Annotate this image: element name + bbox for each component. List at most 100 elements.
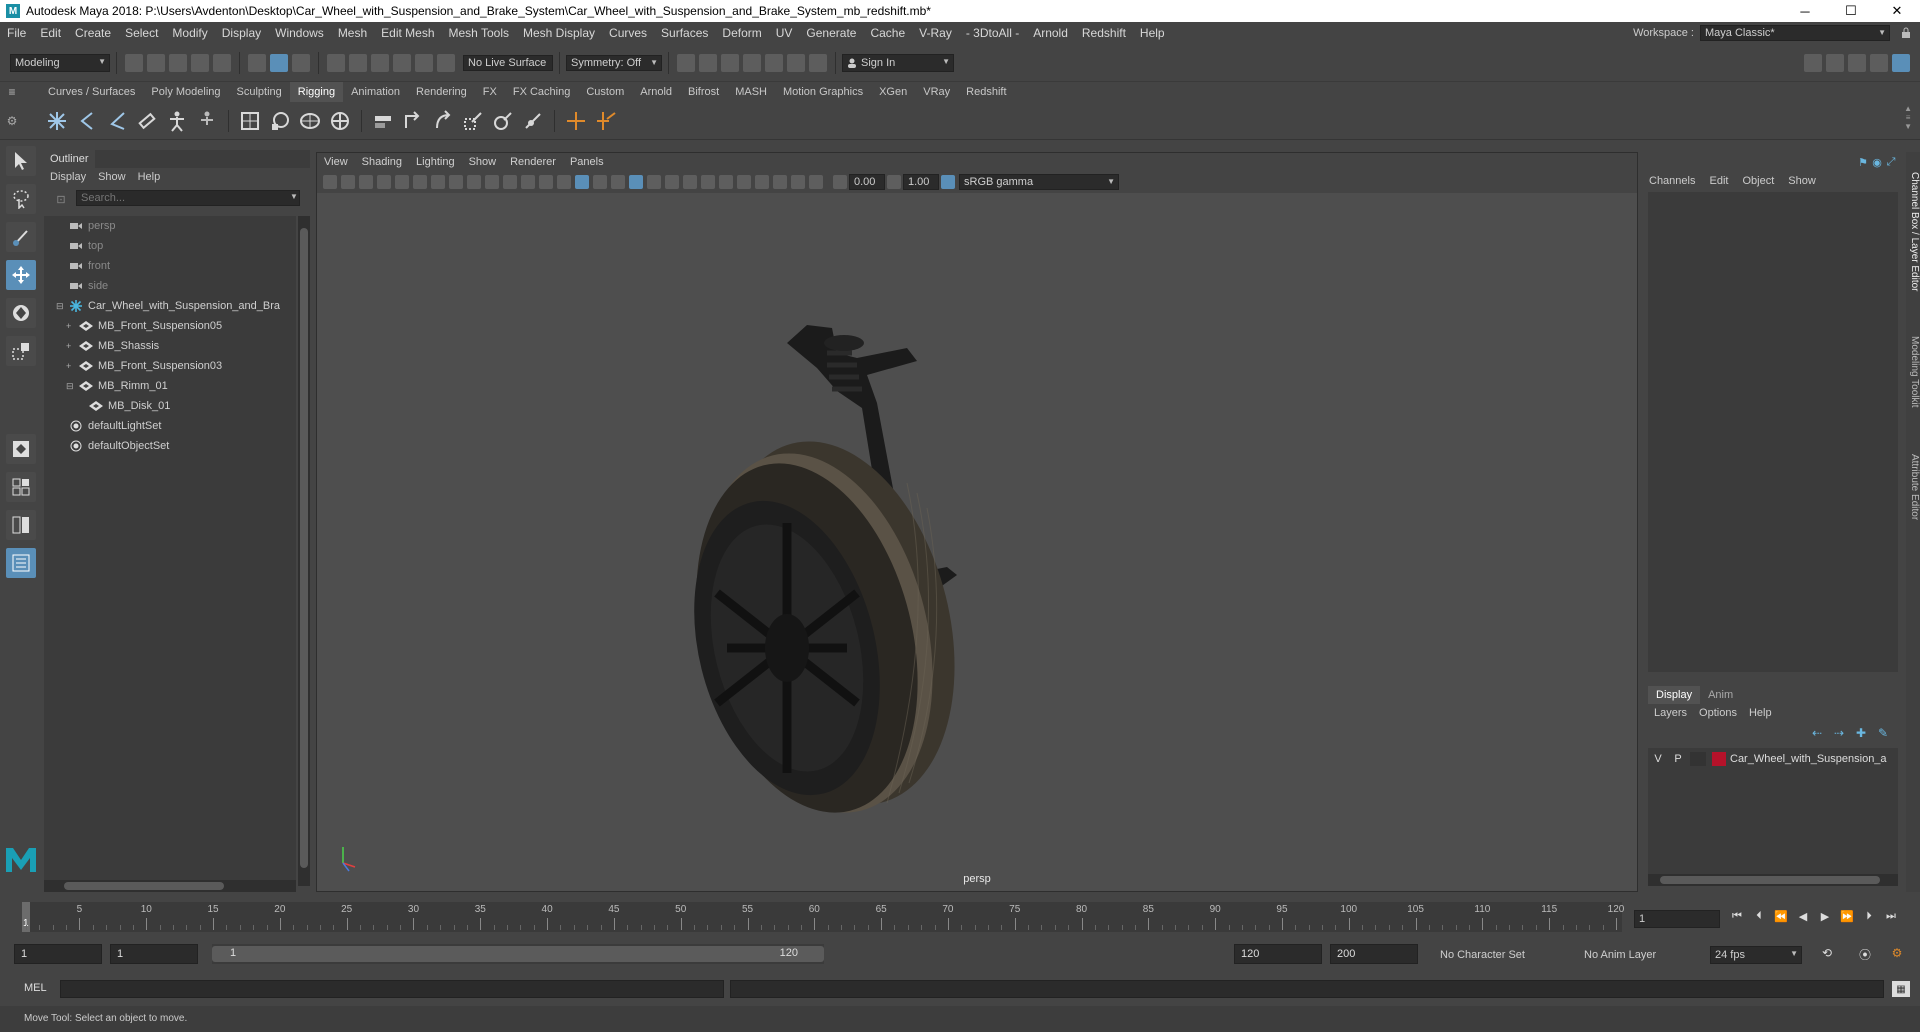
render-settings-icon[interactable] — [743, 53, 761, 72]
ik-handle-icon[interactable] — [74, 108, 100, 134]
render-frame-icon[interactable] — [699, 53, 717, 72]
layer-horizontal-scrollbar[interactable] — [1648, 874, 1898, 886]
menu-cache[interactable]: Cache — [863, 22, 912, 44]
snap-grid-icon[interactable] — [327, 53, 345, 72]
shelf-scroll-up-icon[interactable]: ▲ — [1904, 104, 1912, 113]
outliner-expand-icon[interactable]: ⊟ — [56, 301, 66, 312]
ambient-occlusion-icon[interactable] — [683, 175, 697, 189]
menu-generate[interactable]: Generate — [799, 22, 863, 44]
layer-playback-toggle[interactable]: P — [1668, 753, 1688, 765]
outliner-menu-help[interactable]: Help — [132, 168, 167, 186]
time-ruler[interactable]: 1 5 10 15 20 25 30 35 40 45 50 55 60 65 70 75 80 85 90 95 1… — [22, 902, 1624, 932]
outliner-item-mb-shassis[interactable]: + MB_Shassis — [44, 336, 296, 356]
aim-constraint-icon[interactable] — [400, 108, 426, 134]
shelf-tab-motion-graphics[interactable]: Motion Graphics — [775, 82, 871, 102]
menu-curves[interactable]: Curves — [602, 22, 654, 44]
menu-surfaces[interactable]: Surfaces — [654, 22, 715, 44]
move-layer-down-icon[interactable]: ⇢ — [1828, 726, 1850, 740]
shelf-tab-poly-modeling[interactable]: Poly Modeling — [143, 82, 228, 102]
tool-settings-toggle-icon[interactable] — [1870, 54, 1888, 72]
playback-end-field[interactable] — [1234, 944, 1322, 964]
move-tool-icon[interactable] — [6, 260, 36, 290]
go-to-end-icon[interactable]: ⏭ — [1882, 907, 1900, 925]
outliner-menu-show[interactable]: Show — [92, 168, 132, 186]
animation-end-field[interactable] — [1330, 944, 1418, 964]
outliner-expand-icon[interactable]: + — [66, 341, 76, 351]
shelf-tab-sculpting[interactable]: Sculpting — [229, 82, 290, 102]
snap-view-plane-icon[interactable] — [393, 53, 411, 72]
shadows-icon[interactable] — [665, 175, 679, 189]
outliner-item-side[interactable]: side — [44, 276, 296, 296]
use-all-lights-icon[interactable] — [647, 175, 661, 189]
viewport-menu-show[interactable]: Show — [462, 153, 504, 171]
textured-icon[interactable] — [629, 175, 643, 189]
animation-preferences-icon[interactable]: ⚙ — [1888, 946, 1906, 960]
script-editor-icon[interactable]: ▦ — [1892, 981, 1910, 997]
layer-name[interactable]: Car_Wheel_with_Suspension_a — [1730, 753, 1887, 765]
move-layer-up-icon[interactable]: ⇠ — [1806, 726, 1828, 740]
menu-windows[interactable]: Windows — [268, 22, 331, 44]
channel-box-float-icon[interactable]: ⤢ — [1884, 156, 1898, 169]
side-tab-channel-box[interactable]: Channel Box / Layer Editor — [1906, 162, 1920, 302]
redo-icon[interactable] — [213, 53, 231, 72]
ipr-render-icon[interactable] — [721, 53, 739, 72]
layer-menu-options[interactable]: Options — [1693, 704, 1743, 722]
viewport-menu-renderer[interactable]: Renderer — [503, 153, 563, 171]
current-frame-field[interactable] — [1634, 910, 1720, 928]
gamma-icon[interactable] — [887, 175, 901, 189]
anti-aliasing-icon[interactable] — [719, 175, 733, 189]
exposure-field[interactable] — [849, 174, 885, 190]
outliner-item-front[interactable]: front — [44, 256, 296, 276]
new-layer-selected-icon[interactable]: ✎ — [1872, 726, 1894, 740]
loop-icon[interactable]: ⟲ — [1818, 946, 1836, 960]
close-button[interactable]: ✕ — [1874, 0, 1920, 22]
layer-color-swatch[interactable] — [1712, 752, 1726, 766]
step-back-key-icon[interactable]: ⏪ — [1772, 907, 1790, 925]
camera-attributes-icon[interactable] — [341, 175, 355, 189]
layer-display-type-toggle[interactable] — [1690, 752, 1706, 766]
menu-help[interactable]: Help — [1133, 22, 1172, 44]
xray-joints-icon[interactable] — [791, 175, 805, 189]
character-controls-toggle-icon[interactable] — [1826, 54, 1844, 72]
pause-icon[interactable] — [809, 53, 827, 72]
film-gate-icon[interactable] — [449, 175, 463, 189]
shelf-tab-xgen[interactable]: XGen — [871, 82, 915, 102]
snap-point-icon[interactable] — [371, 53, 389, 72]
menu-3dtoall[interactable]: - 3DtoAll - — [959, 22, 1026, 44]
shelf-tab-fx[interactable]: FX — [475, 82, 505, 102]
default-material-icon[interactable] — [593, 175, 607, 189]
wire-deformer-icon[interactable] — [327, 108, 353, 134]
menu-arnold[interactable]: Arnold — [1026, 22, 1075, 44]
outliner-expand-icon[interactable]: ⊟ — [66, 381, 76, 392]
isolate-select-icon[interactable] — [755, 175, 769, 189]
viewport-menu-panels[interactable]: Panels — [563, 153, 611, 171]
shelf-tab-arnold[interactable]: Arnold — [632, 82, 680, 102]
shelf-menu-icon[interactable]: ≡ — [0, 85, 24, 99]
lock-icon[interactable] — [1898, 27, 1914, 39]
menu-display[interactable]: Display — [215, 22, 268, 44]
command-language-label[interactable]: MEL — [24, 982, 47, 994]
outliner-item-top[interactable]: top — [44, 236, 296, 256]
channel-box-area[interactable] — [1648, 192, 1898, 672]
shelf-menu-down-icon[interactable]: ≡ — [1906, 113, 1911, 122]
lasso-tool-icon[interactable] — [6, 184, 36, 214]
outliner-item-mb-rimm-01[interactable]: ⊟ MB_Rimm_01 — [44, 376, 296, 396]
wrap-deformer-icon[interactable] — [297, 108, 323, 134]
side-tab-modeling-toolkit[interactable]: Modeling Toolkit — [1906, 322, 1920, 422]
shelf-tab-vray[interactable]: VRay — [915, 82, 958, 102]
menu-edit[interactable]: Edit — [33, 22, 68, 44]
select-object-icon[interactable] — [270, 53, 288, 72]
menu-mesh-display[interactable]: Mesh Display — [516, 22, 602, 44]
safe-title-icon[interactable] — [539, 175, 553, 189]
persp-outliner-view-icon[interactable] — [6, 510, 36, 540]
viewport-3d-scene[interactable]: persp — [317, 193, 1637, 891]
paint-select-tool-icon[interactable] — [6, 222, 36, 252]
viewport-menu-lighting[interactable]: Lighting — [409, 153, 462, 171]
2d-pan-zoom-icon[interactable] — [395, 175, 409, 189]
play-backward-icon[interactable]: ◀ — [1794, 907, 1812, 925]
maximize-button[interactable]: ☐ — [1828, 0, 1874, 22]
field-chart-icon[interactable] — [503, 175, 517, 189]
outliner-item-defaultlightset[interactable]: defaultLightSet — [44, 416, 296, 436]
cluster-icon[interactable] — [267, 108, 293, 134]
symmetry-select[interactable]: Symmetry: Off ▼ — [566, 54, 662, 71]
